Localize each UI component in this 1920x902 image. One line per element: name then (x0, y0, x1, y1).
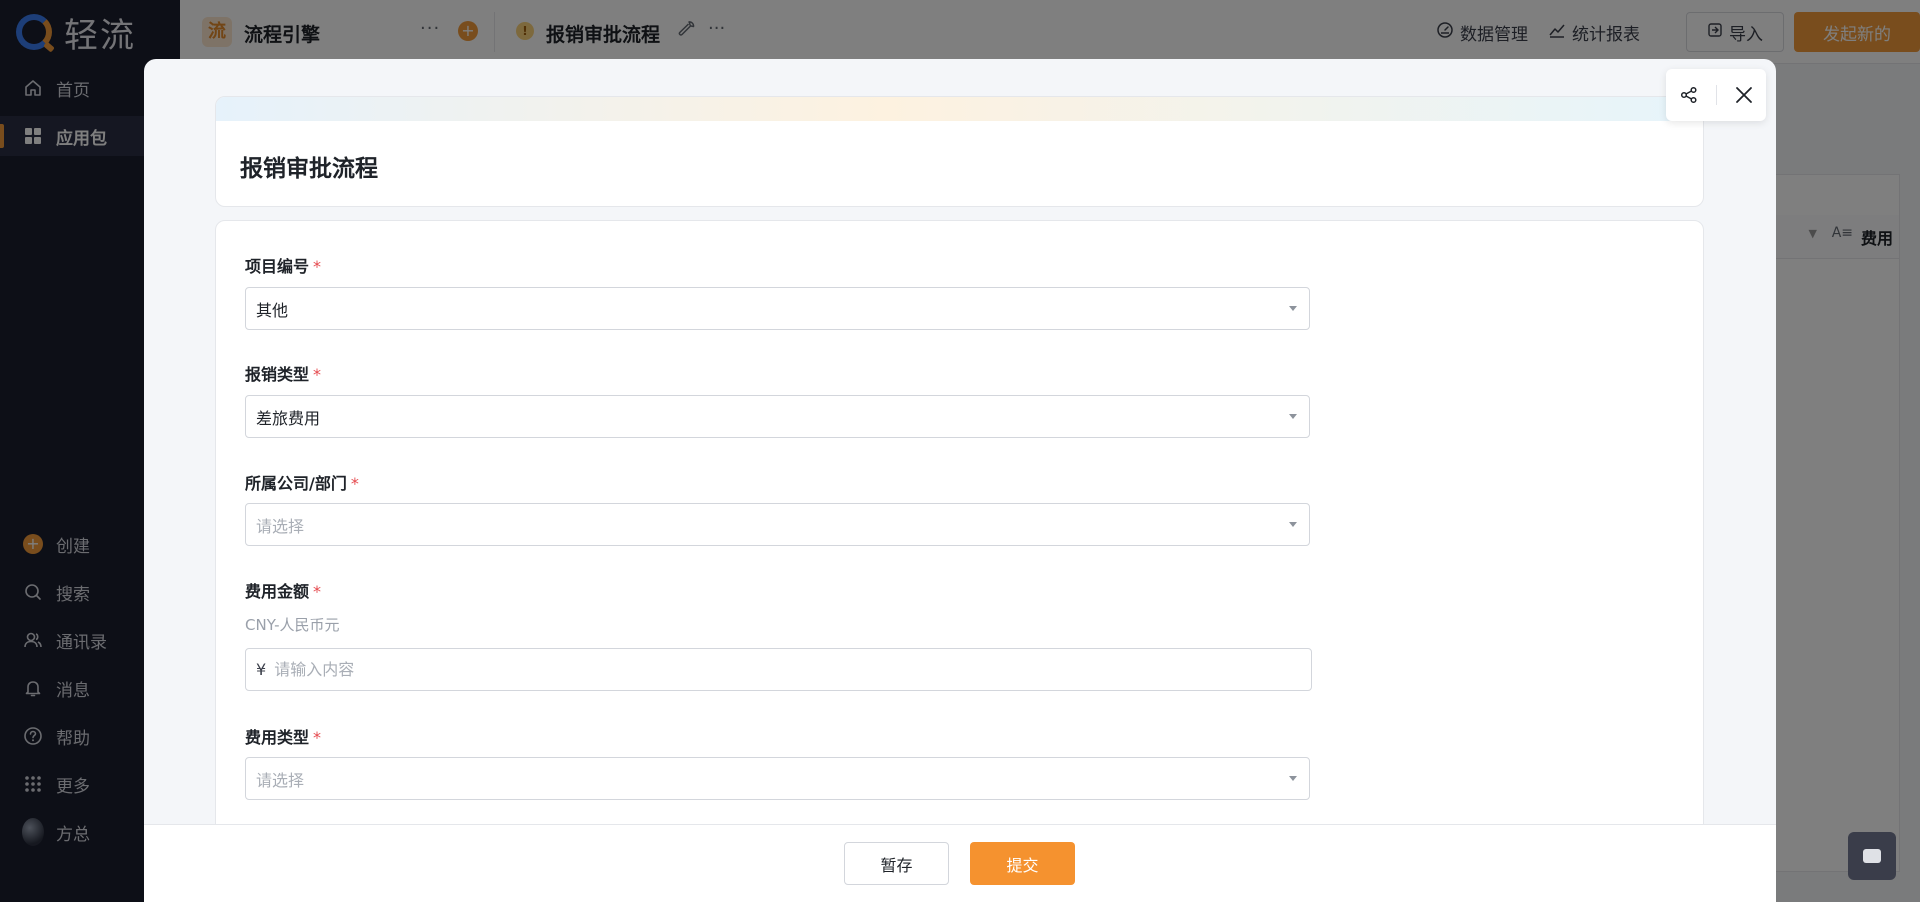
required-mark: * (313, 728, 322, 747)
share-icon[interactable] (1671, 77, 1707, 113)
required-mark: * (313, 582, 322, 601)
field-label-reimbursement-type: 报销类型 * (245, 361, 321, 385)
expense-type-select[interactable]: 请选择 (245, 757, 1310, 800)
chat-icon[interactable] (1848, 832, 1896, 880)
save-draft-button[interactable]: 暂存 (844, 842, 949, 885)
required-mark: * (350, 474, 359, 493)
select-value: 差旅费用 (256, 408, 321, 428)
form-modal: 报销审批流程 项目编号 * 其他 报销类型 * 差旅费用 所属公司/部门 * 请… (144, 59, 1776, 902)
divider (1715, 85, 1717, 105)
field-label-text: 费用类型 (245, 728, 310, 747)
caret-down-icon (1289, 776, 1297, 781)
caret-down-icon (1289, 306, 1297, 311)
field-label-text: 所属公司/部门 (245, 474, 347, 493)
field-label-company-department: 所属公司/部门 * (245, 470, 359, 494)
amount-field[interactable]: ¥ (245, 648, 1312, 691)
title-band (216, 97, 1703, 121)
modal-actions (1666, 69, 1766, 121)
field-label-text: 项目编号 (245, 257, 310, 276)
currency-symbol: ¥ (256, 660, 267, 679)
required-mark: * (313, 257, 322, 276)
caret-down-icon (1289, 414, 1297, 419)
field-label-project-number: 项目编号 * (245, 253, 321, 277)
select-placeholder: 请选择 (256, 770, 305, 790)
reimbursement-type-select[interactable]: 差旅费用 (245, 395, 1310, 438)
field-label-expense-type: 费用类型 * (245, 724, 321, 748)
required-mark: * (313, 365, 322, 384)
modal-footer: 暂存 提交 (144, 824, 1776, 902)
close-icon[interactable] (1726, 77, 1762, 113)
caret-down-icon (1289, 522, 1297, 527)
field-label-text: 报销类型 (245, 365, 310, 384)
select-value: 其他 (256, 300, 289, 320)
field-label-amount: 费用金额 * (245, 578, 321, 602)
amount-input[interactable] (274, 660, 1175, 679)
form-title: 报销审批流程 (240, 156, 378, 182)
form-card: 项目编号 * 其他 报销类型 * 差旅费用 所属公司/部门 * 请选择 费用金额 * C… (215, 220, 1704, 902)
company-department-select[interactable]: 请选择 (245, 503, 1310, 546)
form-title-card: 报销审批流程 (215, 96, 1704, 207)
field-label-text: 费用金额 (245, 582, 310, 601)
select-placeholder: 请选择 (256, 516, 305, 536)
project-number-select[interactable]: 其他 (245, 287, 1310, 330)
submit-button[interactable]: 提交 (970, 842, 1075, 885)
currency-note: CNY-人民币元 (245, 616, 340, 634)
